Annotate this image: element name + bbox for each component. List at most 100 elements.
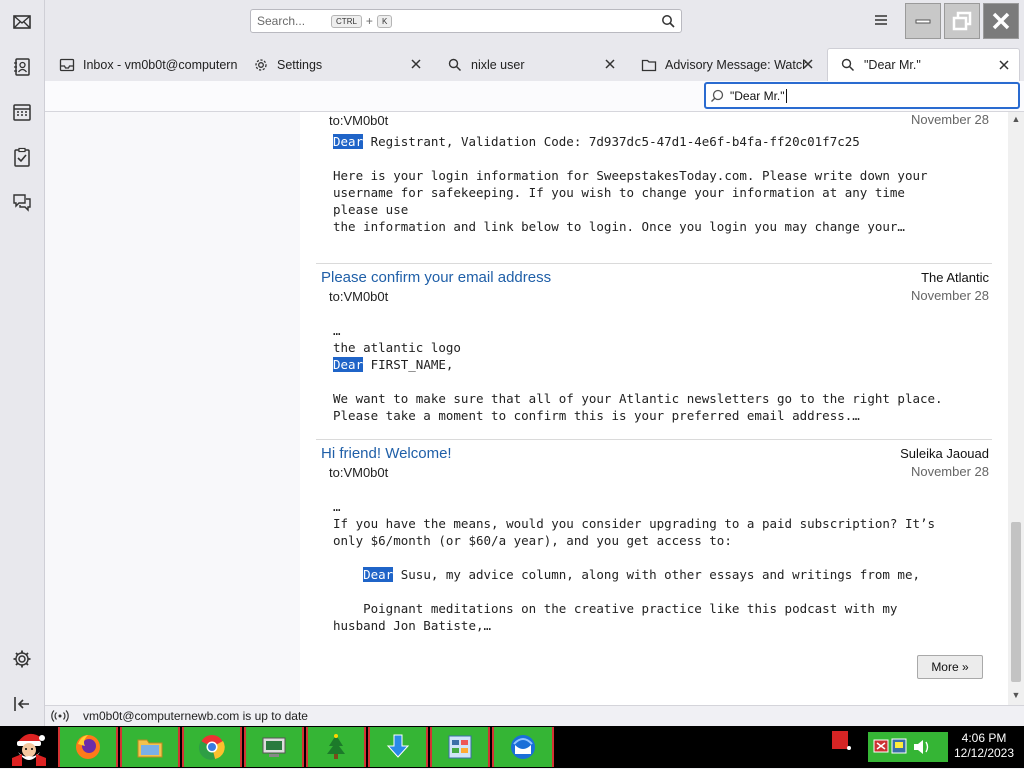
computer-icon xyxy=(262,737,286,757)
tasks-icon[interactable] xyxy=(10,145,34,169)
calendar-icon[interactable] xyxy=(10,100,34,124)
plus-hint: + xyxy=(365,14,373,28)
result-divider xyxy=(316,439,992,440)
global-search-input[interactable]: Search... CTRL + K xyxy=(250,9,682,33)
search-highlight: Dear xyxy=(333,134,364,149)
result-message[interactable]: Hi friend! Welcome! Suleika Jaouad to:VM… xyxy=(316,445,992,645)
close-window-button[interactable] xyxy=(983,3,1019,39)
search-icon xyxy=(711,89,724,102)
result-message[interactable]: to:VM0b0t November 28 Dear Registrant, V… xyxy=(316,112,992,243)
firefox-icon xyxy=(76,735,100,759)
message-date: November 28 xyxy=(910,112,989,127)
recipient: to:VM0b0t xyxy=(329,113,389,128)
message-sender: Suleika Jaouad xyxy=(900,446,989,461)
address-book-icon[interactable] xyxy=(10,55,34,79)
close-tab-icon[interactable] xyxy=(997,58,1011,72)
mail-space-icon[interactable] xyxy=(10,10,34,34)
tab-label: Advisory Message: Watch xyxy=(665,57,807,72)
close-tab-icon[interactable] xyxy=(801,57,815,71)
snippet-indent xyxy=(333,567,363,582)
search-results-toolbar: "Dear Mr." xyxy=(45,81,1024,112)
recipient: to:VM0b0t xyxy=(329,289,389,304)
k-key-hint: K xyxy=(376,14,393,28)
tab-advisory-message[interactable]: Advisory Message: Watch xyxy=(629,48,823,81)
clock-time: 4:06 PM xyxy=(961,731,1007,745)
status-text: vm0b0t@computernewb.com is up to date xyxy=(83,709,308,723)
results-scrollbar[interactable]: ▲ ▼ xyxy=(1008,112,1024,705)
folder-icon xyxy=(641,59,657,71)
scroll-down-icon[interactable]: ▼ xyxy=(1011,690,1021,700)
control-panel-icon xyxy=(448,735,472,759)
folder-icon xyxy=(137,739,163,758)
tab-dear-mr-search[interactable]: "Dear Mr." xyxy=(827,48,1020,81)
more-results-button[interactable]: More » xyxy=(917,655,983,679)
message-snippet: Dear Registrant, Validation Code: 7d937d… xyxy=(333,133,993,235)
restore-button[interactable] xyxy=(944,3,980,39)
result-message[interactable]: Please confirm your email address The At… xyxy=(316,269,992,439)
facets-pane xyxy=(45,112,300,705)
download-arrow-icon xyxy=(386,734,410,758)
christmas-tree-icon xyxy=(327,734,345,759)
close-tab-icon[interactable] xyxy=(603,57,617,71)
ctrl-key-hint: CTRL xyxy=(331,14,362,28)
tab-inbox[interactable]: Inbox - vm0b0t@computernewb.com xyxy=(47,48,237,81)
settings-gear-icon[interactable] xyxy=(10,647,34,671)
collapse-spaces-icon[interactable] xyxy=(10,692,34,716)
minimize-icon xyxy=(915,19,931,24)
result-divider xyxy=(316,263,992,264)
chat-icon[interactable] xyxy=(10,190,34,214)
chrome-icon xyxy=(198,735,225,760)
search-results-list[interactable]: to:VM0b0t November 28 Dear Registrant, V… xyxy=(300,112,1008,705)
taskbar-file-explorer[interactable] xyxy=(120,727,180,767)
taskbar-network-computer[interactable] xyxy=(244,727,304,767)
close-tab-icon[interactable] xyxy=(409,57,423,71)
snippet-pre: … If you have the means, would you consi… xyxy=(333,499,936,548)
thunderbird-icon xyxy=(511,735,535,759)
snippet-line: Susu, my advice column, along with other… xyxy=(393,567,921,582)
recipient: to:VM0b0t xyxy=(329,465,389,480)
taskbar-thunderbird[interactable] xyxy=(492,727,554,767)
notification-flag-icon[interactable] xyxy=(832,731,848,749)
tab-label: "Dear Mr." xyxy=(864,58,921,72)
system-tray xyxy=(868,732,948,762)
search-highlight: Dear xyxy=(363,567,394,582)
scroll-up-icon[interactable]: ▲ xyxy=(1011,114,1021,124)
results-filter-input[interactable]: "Dear Mr." xyxy=(704,82,1020,109)
tab-nixle-user[interactable]: nixle user xyxy=(435,48,625,81)
search-icon xyxy=(448,58,462,71)
message-subject[interactable]: Please confirm your email address xyxy=(321,269,551,286)
tab-bar: Inbox - vm0b0t@computernewb.com Settings… xyxy=(45,44,1024,81)
status-bar: vm0b0t@computernewb.com is up to date xyxy=(45,705,1024,726)
restore-icon xyxy=(952,11,972,31)
tray-icons[interactable] xyxy=(868,732,948,762)
filter-value: "Dear Mr." xyxy=(730,88,785,103)
tab-label: Inbox - vm0b0t@computernewb.com xyxy=(83,57,237,72)
taskbar-downloads[interactable] xyxy=(368,727,428,767)
close-icon xyxy=(992,12,1010,30)
tab-settings[interactable]: Settings xyxy=(241,48,431,81)
start-button[interactable] xyxy=(4,728,56,766)
snippet-pre: … the atlantic logo xyxy=(333,323,461,355)
app-menu-icon[interactable] xyxy=(873,12,889,28)
search-placeholder: Search... xyxy=(257,14,306,28)
snippet-line: FIRST_NAME, xyxy=(363,357,454,372)
spaces-toolbar xyxy=(0,0,45,726)
message-snippet: … If you have the means, would you consi… xyxy=(333,498,993,634)
message-subject[interactable]: Hi friend! Welcome! xyxy=(321,445,452,462)
message-sender: The Atlantic xyxy=(921,270,989,285)
taskbar-christmas-tree[interactable] xyxy=(306,727,366,767)
tab-label: nixle user xyxy=(471,57,525,72)
online-status-icon[interactable] xyxy=(51,709,69,723)
scrollbar-thumb[interactable] xyxy=(1011,522,1021,682)
minimize-button[interactable] xyxy=(905,3,941,39)
taskbar-control-panel[interactable] xyxy=(430,727,490,767)
title-bar: Search... CTRL + K xyxy=(45,0,1024,44)
message-date: November 28 xyxy=(910,288,989,303)
search-icon xyxy=(662,15,675,28)
taskbar-clock[interactable]: 4:06 PM 12/12/2023 xyxy=(944,731,1024,761)
thunderbird-window: Search... CTRL + K Inbox - vm0b0t@comput… xyxy=(0,0,1024,726)
taskbar-firefox[interactable] xyxy=(58,727,118,767)
tab-label: Settings xyxy=(277,57,323,72)
snippet-body: Here is your login information for Sweep… xyxy=(333,168,928,234)
taskbar-chrome[interactable] xyxy=(182,727,242,767)
